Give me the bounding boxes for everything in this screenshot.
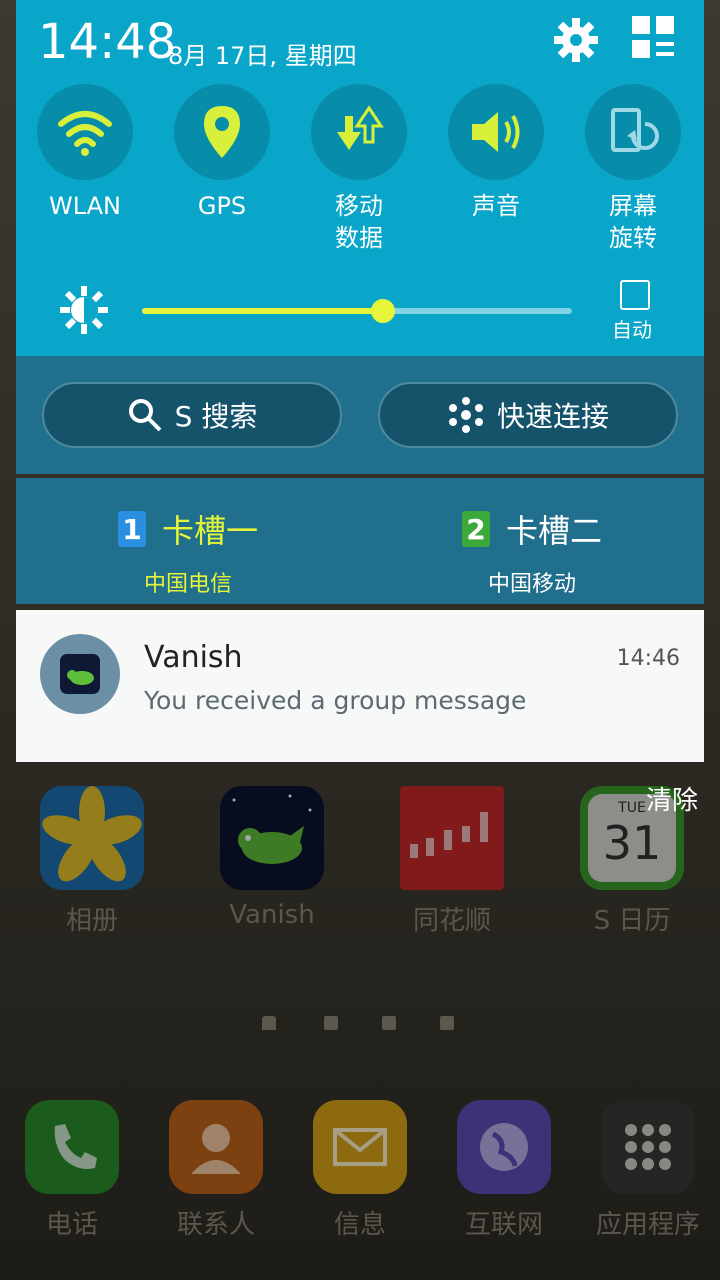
search-icon — [128, 399, 162, 432]
auto-brightness-label: 自动 — [612, 318, 652, 342]
sim-2-carrier: 中国移动 — [487, 572, 576, 597]
sim-2-name: 卡槽二 — [505, 512, 602, 550]
s-search-button[interactable]: S 搜索 — [42, 382, 342, 448]
sim-slot-1[interactable]: 1 卡槽一 中国电信 — [38, 506, 338, 598]
vanish-app-icon — [40, 634, 120, 714]
tile-label: 移动 数据 — [335, 192, 383, 252]
notification-time: 14:46 — [616, 646, 680, 671]
tile-label: GPS — [197, 192, 247, 220]
brightness-fill — [142, 308, 383, 314]
brightness-slider[interactable] — [142, 299, 572, 323]
quick-connect-icon — [448, 397, 483, 433]
brightness-icon — [60, 286, 108, 334]
sim-1-carrier: 中国电信 — [143, 572, 232, 597]
notification-app-name: Vanish — [144, 640, 243, 675]
brightness-knob[interactable] — [370, 299, 395, 323]
mobile-data-icon — [311, 84, 407, 180]
tile-mobile-data[interactable]: 移动 数据 — [311, 84, 407, 254]
s-search-label: S 搜索 — [174, 400, 258, 433]
clear-button[interactable]: 清除 — [646, 780, 698, 817]
quick-connect-label: 快速连接 — [496, 400, 609, 433]
status-time: 14:48 — [38, 14, 177, 70]
sim-1-name: 卡槽一 — [161, 512, 258, 550]
sound-icon — [448, 84, 544, 180]
status-date: 8月 17日, 星期四 — [168, 42, 357, 70]
sim-2-badge: 2 — [461, 511, 490, 547]
notification-card[interactable]: Vanish You received a group message 14:4… — [16, 610, 704, 762]
sim-1-badge: 1 — [117, 511, 146, 547]
location-icon — [174, 84, 270, 180]
tile-screen-rotation[interactable]: 屏幕 旋转 — [585, 84, 681, 254]
tile-label: 声音 — [472, 192, 520, 220]
sim-slot-2[interactable]: 2 卡槽二 中国移动 — [382, 506, 682, 598]
actions-bar: S 搜索 快速连接 — [16, 356, 704, 474]
rotate-icon — [585, 84, 681, 180]
sim-selector: 1 卡槽一 中国电信 2 卡槽二 中国移动 — [16, 478, 704, 604]
tile-sound[interactable]: 声音 — [448, 84, 544, 222]
tile-label: 屏幕 旋转 — [609, 192, 657, 252]
edit-tiles-icon[interactable] — [632, 16, 676, 60]
notification-shade: 14:48 8月 17日, 星期四 WLAN GPS 移动 数据 声音 屏幕 旋… — [16, 0, 704, 604]
tile-gps[interactable]: GPS — [174, 84, 270, 222]
auto-brightness-checkbox[interactable] — [620, 280, 650, 310]
settings-gear-icon[interactable] — [552, 16, 600, 64]
quick-settings-panel: 14:48 8月 17日, 星期四 WLAN GPS 移动 数据 声音 屏幕 旋… — [16, 0, 704, 356]
wifi-icon — [37, 84, 133, 180]
tile-wlan[interactable]: WLAN — [37, 84, 133, 222]
tile-label: WLAN — [48, 192, 122, 220]
quick-connect-button[interactable]: 快速连接 — [378, 382, 678, 448]
notification-message: You received a group message — [144, 686, 527, 715]
